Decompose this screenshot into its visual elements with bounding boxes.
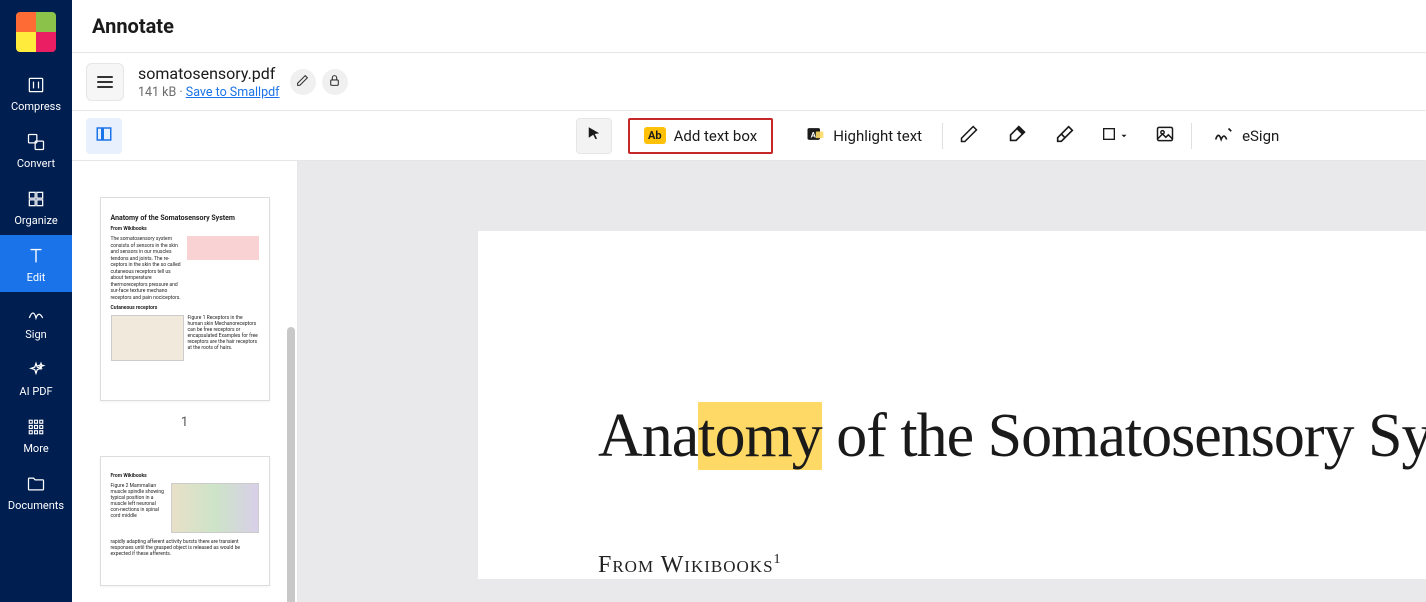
sidebar-label: More: [23, 442, 48, 455]
add-text-box-button[interactable]: Ab Add text box: [628, 118, 773, 154]
annotate-toolbar: Ab Add text box A Highlight text: [72, 111, 1426, 161]
esign-button[interactable]: eSign: [1200, 116, 1291, 156]
text-badge-icon: Ab: [644, 127, 666, 144]
esign-icon: [1212, 123, 1234, 149]
marker-icon: [1006, 123, 1028, 149]
hamburger-icon: [97, 73, 113, 91]
file-meta: somatosensory.pdf 141 kB · Save to Small…: [138, 64, 280, 100]
sign-icon: [25, 302, 47, 324]
cursor-tool-button[interactable]: [576, 118, 612, 154]
sparkle-icon: [25, 359, 47, 381]
page-title: Annotate: [92, 14, 174, 38]
folder-icon: [25, 473, 47, 495]
pencil-tool-button[interactable]: [951, 118, 987, 154]
main-column: Annotate somatosensory.pdf 141 kB · Save…: [72, 0, 1426, 602]
lock-icon: [328, 72, 341, 91]
eraser-tool-button[interactable]: [1047, 118, 1083, 154]
app-logo[interactable]: [16, 12, 56, 52]
compress-icon: [25, 74, 47, 96]
grid-icon: [25, 416, 47, 438]
thumbnails-scrollbar[interactable]: [287, 327, 295, 602]
highlight-text-button[interactable]: A Highlight text: [793, 117, 934, 155]
marker-tool-button[interactable]: [999, 118, 1035, 154]
file-info-bar: somatosensory.pdf 141 kB · Save to Small…: [72, 53, 1426, 111]
thumbnail-page-2[interactable]: From Wikibooks Figure 2 Mammalian muscle…: [100, 456, 270, 586]
highlight-icon: A: [805, 124, 825, 148]
pencil-icon: [296, 72, 309, 91]
title-bar: Annotate: [72, 0, 1426, 53]
document-canvas[interactable]: Anatomy of the Somatosensory Sy From Wik…: [298, 161, 1426, 602]
sidebar-item-compress[interactable]: Compress: [0, 64, 72, 121]
sidebar-label: Documents: [8, 499, 64, 512]
highlight-text-label: Highlight text: [833, 127, 922, 145]
sidebar-label: Sign: [25, 328, 46, 341]
sidebar-label: Edit: [27, 271, 46, 284]
sidebar-item-documents[interactable]: Documents: [0, 463, 72, 520]
toolbar-separator: [1191, 123, 1192, 149]
toolbar-separator: [942, 123, 943, 149]
save-smallpdf-link[interactable]: Save to Smallpdf: [186, 85, 280, 100]
document-page-1: Anatomy of the Somatosensory Sy From Wik…: [478, 231, 1426, 579]
add-text-box-label: Add text box: [674, 127, 758, 145]
eraser-icon: [1054, 123, 1076, 149]
document-subtitle: From Wikibooks1: [598, 552, 1426, 579]
sidebar-item-aipdf[interactable]: AI PDF: [0, 349, 72, 406]
thumb-title: Anatomy of the Somatosensory System: [111, 214, 259, 222]
sidebar-item-more[interactable]: More: [0, 406, 72, 463]
organize-icon: [25, 188, 47, 210]
sidebar-item-edit[interactable]: Edit: [0, 235, 72, 292]
thumb-annotation: [187, 236, 259, 260]
thumb-figure: [111, 315, 184, 361]
document-title: Anatomy of the Somatosensory Sy: [598, 401, 1426, 472]
thumbnail-page-1[interactable]: Anatomy of the Somatosensory System From…: [100, 197, 270, 401]
sidebar-label: Compress: [11, 100, 61, 113]
square-icon: [1101, 126, 1117, 146]
sidebar-label: AI PDF: [19, 385, 52, 398]
file-name: somatosensory.pdf: [138, 64, 280, 83]
sidebar-item-sign[interactable]: Sign: [0, 292, 72, 349]
cursor-icon: [585, 125, 603, 147]
thumb-figure: [171, 483, 259, 533]
rename-button[interactable]: [290, 69, 316, 95]
shape-tool-button[interactable]: [1097, 118, 1133, 154]
esign-label: eSign: [1242, 127, 1279, 145]
image-icon: [1155, 124, 1175, 148]
text-highlight[interactable]: tomy: [698, 402, 821, 470]
chevron-down-icon: [1119, 126, 1129, 145]
toggle-thumbnails-button[interactable]: [86, 118, 122, 154]
workspace: Anatomy of the Somatosensory System From…: [72, 161, 1426, 602]
thumbnails-panel[interactable]: Anatomy of the Somatosensory System From…: [72, 161, 298, 602]
sidebar-item-convert[interactable]: Convert: [0, 121, 72, 178]
sidebar-label: Organize: [14, 214, 57, 227]
thumbnail-page-number: 1: [92, 415, 277, 430]
edit-text-icon: [25, 245, 47, 267]
file-size: 141 kB: [138, 85, 176, 100]
thumbnails-icon: [95, 125, 113, 147]
pencil-icon: [959, 124, 979, 148]
lock-button[interactable]: [322, 69, 348, 95]
menu-button[interactable]: [86, 63, 124, 101]
app-sidebar: Compress Convert Organize Edit Sign AI P…: [0, 0, 72, 602]
sidebar-label: Convert: [17, 157, 55, 170]
convert-icon: [25, 131, 47, 153]
sidebar-item-organize[interactable]: Organize: [0, 178, 72, 235]
image-tool-button[interactable]: [1147, 118, 1183, 154]
